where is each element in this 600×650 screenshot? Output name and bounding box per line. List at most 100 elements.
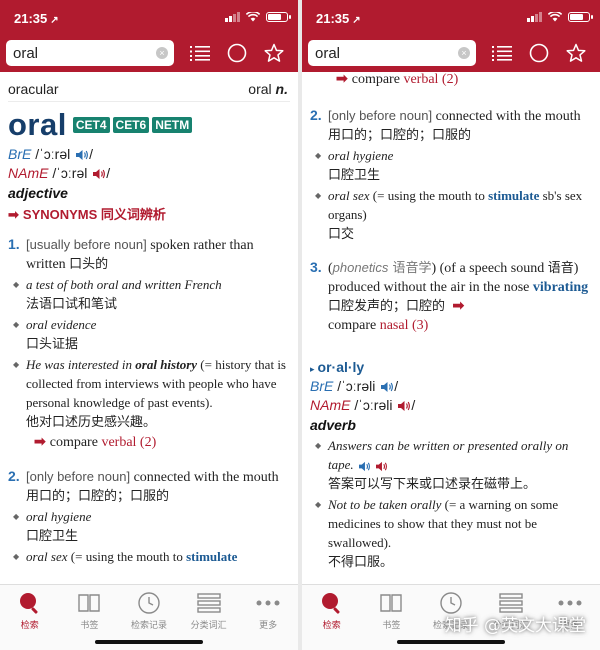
tab-label: 检索 (322, 621, 341, 631)
entry-content[interactable]: oracular oral n. oral CET4 CET6 NETM BrE… (0, 72, 298, 584)
wifi-icon (548, 12, 562, 22)
compare-word[interactable]: verbal (101, 435, 136, 450)
arrow-icon: ➡ (34, 435, 46, 450)
list-icon[interactable] (189, 42, 211, 64)
example: oral sex (= using the mouth to stimulate (8, 547, 290, 566)
example: a test of both oral and written French 法语… (8, 275, 290, 314)
bre-pronunciation: BrE /ˈɔːrəli / (310, 378, 592, 394)
grammar-note: [only before noun] (328, 108, 433, 123)
definition-zh: 语音 (547, 261, 574, 276)
definition: (of a speech sound (439, 261, 548, 276)
definition-zh: 口腔发声的；口腔的 (328, 299, 446, 314)
wifi-icon (246, 12, 260, 22)
example-zh: 口腔卫生 (26, 529, 79, 544)
pron-slash: / (411, 397, 416, 413)
clear-search-icon[interactable]: × (156, 47, 168, 59)
compare-xref[interactable]: ➡ compare verbal (2) (310, 72, 592, 88)
example-gloss: (= using the mouth to (369, 188, 489, 203)
signal-icon (527, 12, 542, 22)
example-en: a test of both oral and written French (26, 277, 222, 292)
compare-word[interactable]: nasal (380, 318, 409, 333)
keyword-link[interactable]: stimulate (186, 549, 237, 564)
compare-label: compare (351, 72, 400, 87)
circle-icon[interactable] (226, 42, 248, 64)
example: oral evidence 口头证据 (8, 315, 290, 354)
speaker-icon[interactable] (375, 461, 388, 472)
search-box[interactable]: × (6, 40, 174, 66)
next-entry-link[interactable]: oral n. (248, 81, 288, 101)
register-close: ) (431, 261, 440, 276)
badge-cet4: CET4 (72, 117, 110, 133)
example-zh: 口交 (328, 227, 355, 242)
example: oral hygiene 口腔卫生 (310, 146, 592, 185)
derivative-marker: ▸ (310, 364, 315, 374)
bre-label: BrE (8, 146, 32, 162)
entry-content[interactable]: ➡ compare verbal (2) 2. [only before noun… (302, 72, 600, 584)
example-en-pre: He was interested in (26, 357, 136, 372)
example-en: oral hygiene (26, 509, 92, 524)
search-row: × (6, 40, 292, 66)
example-en: oral sex (328, 188, 370, 203)
sense-1: 1. [usually before noun] spoken rather t… (8, 235, 290, 274)
example-zh: 不得口服。 (328, 555, 394, 570)
definition-zh: 用口的；口腔的；口服的 (328, 128, 472, 143)
example: oral hygiene 口腔卫生 (8, 507, 290, 546)
sense-number: 1. (8, 236, 20, 252)
compare-word[interactable]: verbal (403, 72, 438, 87)
name-ipa: /ˈɔːrəli (354, 397, 393, 413)
synonyms-label: SYNONYMS 同义词辨析 (22, 207, 166, 222)
compare-xref[interactable]: compare nasal (3) (328, 318, 428, 333)
star-icon[interactable] (263, 42, 285, 64)
derivative-entry: ▸ or·al·ly BrE /ˈɔːrəli / NAmE /ˈɔːrəli /… (310, 359, 592, 572)
location-icon: ↗ (50, 15, 59, 26)
tab-label: 检索 (20, 621, 39, 631)
speaker-icon[interactable] (358, 461, 371, 472)
tab-more[interactable]: 更多 (238, 591, 298, 650)
search-input[interactable] (13, 44, 143, 62)
definition: connected with the mouth (130, 470, 279, 485)
tab-search[interactable]: 检索 (0, 591, 60, 650)
pron-slash: / (89, 146, 94, 162)
tab-search[interactable]: 检索 (302, 591, 362, 650)
more-icon (256, 591, 280, 615)
tab-label: 书签 (80, 621, 99, 631)
badge-netm: NETM (152, 117, 193, 133)
bre-label: BrE (310, 378, 334, 394)
example-en: oral hygiene (328, 148, 394, 163)
speaker-icon[interactable] (397, 400, 411, 412)
arrow-icon: ➡ (452, 299, 465, 314)
list-icon[interactable] (491, 42, 513, 64)
home-indicator (397, 640, 505, 644)
compare-xref[interactable]: ➡ compare verbal (2) (8, 434, 290, 451)
book-icon (77, 591, 101, 615)
synonyms-link[interactable]: ➡ SYNONYMS 同义词辨析 (8, 204, 290, 223)
example-zh: 口头证据 (26, 337, 79, 352)
circle-icon[interactable] (528, 42, 550, 64)
tab-bar: 检索 书签 检索记录 分类词汇 更多 (0, 584, 298, 650)
battery-icon (568, 12, 593, 22)
status-time: 21:35 (316, 11, 350, 26)
sense-3: 3. (phonetics 语音学) (of a speech sound 语音… (310, 258, 592, 335)
search-input[interactable] (315, 44, 445, 62)
badge-cet6: CET6 (112, 117, 150, 133)
example: He was interested in oral history (= his… (8, 355, 290, 432)
arrow-icon: ➡ (336, 72, 348, 87)
speaker-icon[interactable] (380, 381, 394, 393)
register-zh: 语音学 (388, 261, 432, 276)
location-icon: ↗ (352, 15, 361, 26)
pron-slash: / (106, 165, 111, 181)
clear-search-icon[interactable]: × (458, 47, 470, 59)
keyword-link[interactable]: stimulate (488, 188, 539, 203)
prev-entry-link[interactable]: oracular (8, 81, 59, 101)
speaker-icon[interactable] (75, 149, 89, 161)
home-indicator (95, 640, 203, 644)
sense-number: 2. (310, 107, 322, 123)
example-en: oral evidence (26, 317, 97, 332)
star-icon[interactable] (565, 42, 587, 64)
book-icon (379, 591, 403, 615)
search-box[interactable]: × (308, 40, 476, 66)
battery-icon (266, 12, 291, 22)
headword-row: oral CET4 CET6 NETM (8, 107, 290, 143)
speaker-icon[interactable] (92, 168, 106, 180)
keyword-link[interactable]: vibrating (533, 280, 588, 295)
